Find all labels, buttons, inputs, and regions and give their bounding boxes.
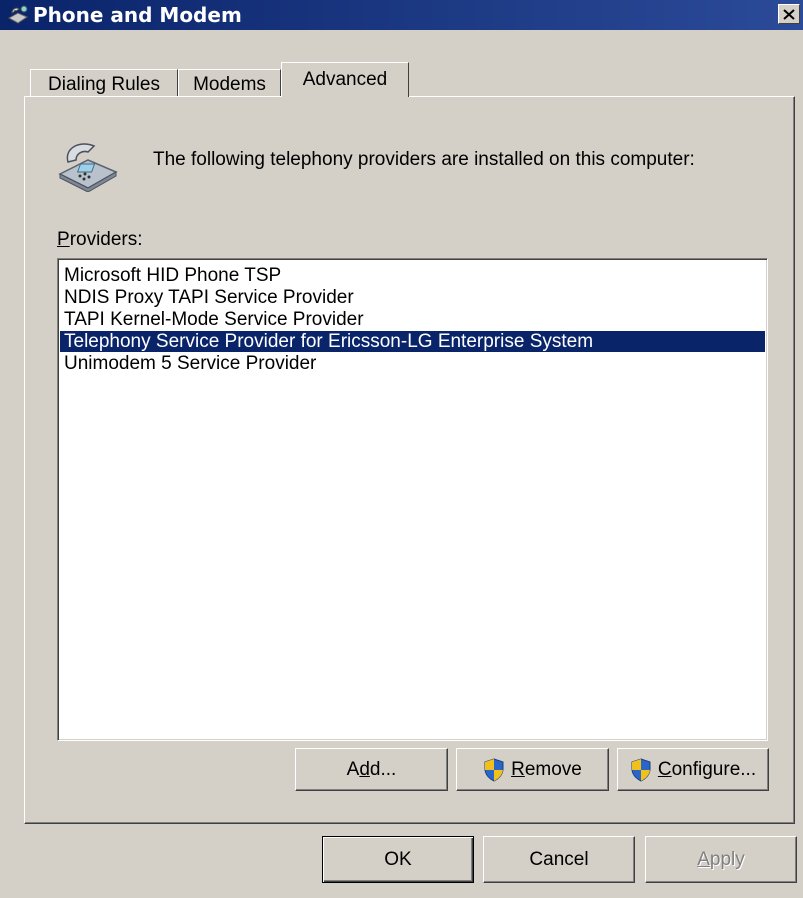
phone-modem-icon (7, 5, 29, 24)
tab-label: Modems (193, 74, 266, 95)
provider-item[interactable]: Microsoft HID Phone TSP (60, 265, 765, 286)
add-button[interactable]: Add... (295, 748, 448, 791)
provider-item[interactable]: TAPI Kernel-Mode Service Provider (60, 309, 765, 330)
telephone-icon (58, 143, 118, 192)
configure-button[interactable]: Configure... (617, 748, 769, 791)
tab-dialing-rules[interactable]: Dialing Rules (30, 69, 178, 98)
add-button-label: Add... (346, 758, 397, 780)
uac-shield-icon (484, 757, 504, 782)
window-title: Phone and Modem (33, 3, 242, 27)
provider-item-selected[interactable]: Telephony Service Provider for Ericsson-… (60, 331, 765, 352)
providers-label-mnemonic: P (57, 229, 70, 250)
tab-advanced[interactable]: Advanced (281, 62, 409, 97)
provider-item[interactable]: Unimodem 5 Service Provider (60, 353, 765, 374)
providers-label-text: roviders: (69, 229, 143, 250)
cancel-button-label: Cancel (529, 848, 589, 870)
apply-button[interactable]: Apply (645, 836, 797, 883)
close-icon (783, 8, 795, 20)
ok-button-label: OK (384, 848, 412, 870)
remove-button[interactable]: Remove (456, 748, 609, 791)
configure-button-label: Configure... (657, 758, 757, 780)
intro-text: The following telephony providers are in… (153, 149, 695, 170)
tab-modems[interactable]: Modems (178, 69, 281, 98)
cancel-button[interactable]: Cancel (483, 836, 635, 883)
ok-button[interactable]: OK (322, 836, 474, 883)
providers-label: Providers: (57, 229, 143, 251)
uac-shield-icon (631, 757, 651, 782)
providers-listbox[interactable]: Microsoft HID Phone TSP NDIS Proxy TAPI … (57, 258, 768, 741)
apply-button-label: Apply (697, 848, 745, 870)
provider-item[interactable]: NDIS Proxy TAPI Service Provider (60, 287, 765, 308)
tab-label: Advanced (302, 69, 388, 90)
close-button[interactable] (778, 4, 800, 24)
tab-label: Dialing Rules (48, 74, 160, 95)
remove-button-label: Remove (511, 758, 582, 780)
